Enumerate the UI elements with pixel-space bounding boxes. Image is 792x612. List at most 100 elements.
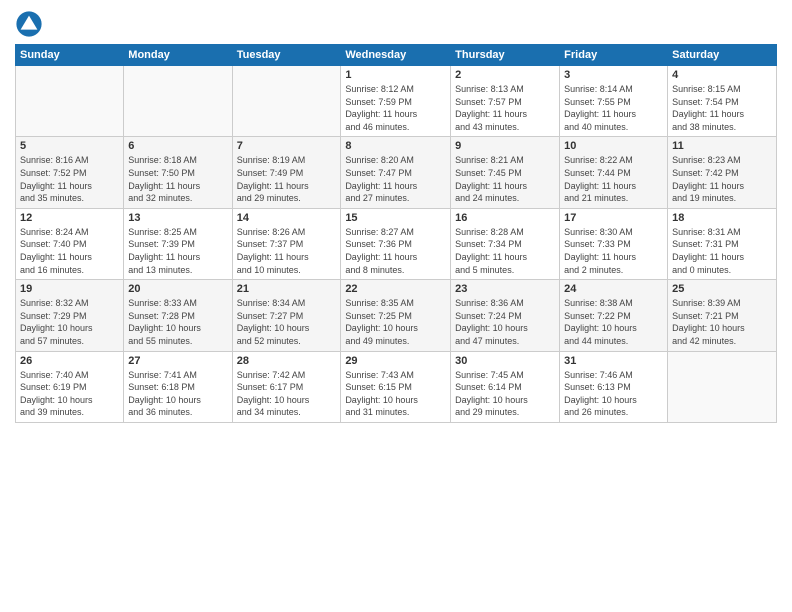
calendar-cell <box>16 66 124 137</box>
calendar-cell: 11 Sunrise: 8:23 AM Sunset: 7:42 PM Dayli… <box>668 137 777 208</box>
calendar-cell <box>232 66 341 137</box>
day-number: 19 <box>20 283 119 295</box>
day-number: 1 <box>345 69 446 81</box>
day-number: 4 <box>672 69 772 81</box>
calendar-cell: 21 Sunrise: 8:34 AM Sunset: 7:27 PM Dayli… <box>232 280 341 351</box>
week-row-5: 26 Sunrise: 7:40 AM Sunset: 6:19 PM Dayli… <box>16 351 777 422</box>
calendar-cell: 1 Sunrise: 8:12 AM Sunset: 7:59 PM Daylig… <box>341 66 451 137</box>
day-info: Sunrise: 8:19 AM Sunset: 7:49 PM Dayligh… <box>237 154 337 204</box>
day-info: Sunrise: 7:46 AM Sunset: 6:13 PM Dayligh… <box>564 369 663 419</box>
day-info: Sunrise: 8:15 AM Sunset: 7:54 PM Dayligh… <box>672 83 772 133</box>
calendar-cell: 4 Sunrise: 8:15 AM Sunset: 7:54 PM Daylig… <box>668 66 777 137</box>
calendar-cell: 25 Sunrise: 8:39 AM Sunset: 7:21 PM Dayli… <box>668 280 777 351</box>
day-number: 13 <box>128 212 227 224</box>
day-number: 25 <box>672 283 772 295</box>
weekday-friday: Friday <box>560 45 668 66</box>
weekday-sunday: Sunday <box>16 45 124 66</box>
day-number: 7 <box>237 140 337 152</box>
day-info: Sunrise: 8:38 AM Sunset: 7:22 PM Dayligh… <box>564 297 663 347</box>
day-number: 21 <box>237 283 337 295</box>
day-number: 14 <box>237 212 337 224</box>
day-number: 30 <box>455 355 555 367</box>
calendar-cell: 10 Sunrise: 8:22 AM Sunset: 7:44 PM Dayli… <box>560 137 668 208</box>
day-number: 20 <box>128 283 227 295</box>
day-number: 2 <box>455 69 555 81</box>
calendar-cell: 23 Sunrise: 8:36 AM Sunset: 7:24 PM Dayli… <box>451 280 560 351</box>
day-info: Sunrise: 8:34 AM Sunset: 7:27 PM Dayligh… <box>237 297 337 347</box>
day-info: Sunrise: 8:28 AM Sunset: 7:34 PM Dayligh… <box>455 226 555 276</box>
calendar-body: 1 Sunrise: 8:12 AM Sunset: 7:59 PM Daylig… <box>16 66 777 423</box>
day-number: 6 <box>128 140 227 152</box>
calendar-cell <box>124 66 232 137</box>
calendar-cell: 7 Sunrise: 8:19 AM Sunset: 7:49 PM Daylig… <box>232 137 341 208</box>
day-number: 24 <box>564 283 663 295</box>
day-number: 23 <box>455 283 555 295</box>
weekday-row: SundayMondayTuesdayWednesdayThursdayFrid… <box>16 45 777 66</box>
calendar-cell: 18 Sunrise: 8:31 AM Sunset: 7:31 PM Dayli… <box>668 208 777 279</box>
day-number: 22 <box>345 283 446 295</box>
day-info: Sunrise: 8:16 AM Sunset: 7:52 PM Dayligh… <box>20 154 119 204</box>
day-number: 15 <box>345 212 446 224</box>
calendar-cell: 3Sunrise: 8:14 AM Sunset: 7:55 PM Daylig… <box>560 66 668 137</box>
day-number: 11 <box>672 140 772 152</box>
weekday-saturday: Saturday <box>668 45 777 66</box>
day-number: 8 <box>345 140 446 152</box>
calendar-cell: 26 Sunrise: 7:40 AM Sunset: 6:19 PM Dayli… <box>16 351 124 422</box>
logo-icon <box>15 10 43 38</box>
calendar-header: SundayMondayTuesdayWednesdayThursdayFrid… <box>16 45 777 66</box>
calendar: SundayMondayTuesdayWednesdayThursdayFrid… <box>15 44 777 423</box>
logo <box>15 10 47 38</box>
day-info: Sunrise: 8:21 AM Sunset: 7:45 PM Dayligh… <box>455 154 555 204</box>
header <box>15 10 777 38</box>
day-number: 5 <box>20 140 119 152</box>
day-number: 3 <box>564 69 663 81</box>
weekday-wednesday: Wednesday <box>341 45 451 66</box>
page: SundayMondayTuesdayWednesdayThursdayFrid… <box>0 0 792 612</box>
calendar-cell: 28Sunrise: 7:42 AM Sunset: 6:17 PM Dayli… <box>232 351 341 422</box>
day-info: Sunrise: 8:36 AM Sunset: 7:24 PM Dayligh… <box>455 297 555 347</box>
calendar-cell: 31 Sunrise: 7:46 AM Sunset: 6:13 PM Dayli… <box>560 351 668 422</box>
weekday-thursday: Thursday <box>451 45 560 66</box>
day-info: Sunrise: 8:27 AM Sunset: 7:36 PM Dayligh… <box>345 226 446 276</box>
day-info: Sunrise: 8:23 AM Sunset: 7:42 PM Dayligh… <box>672 154 772 204</box>
day-info: Sunrise: 8:12 AM Sunset: 7:59 PM Dayligh… <box>345 83 446 133</box>
day-info: Sunrise: 8:22 AM Sunset: 7:44 PM Dayligh… <box>564 154 663 204</box>
calendar-cell: 13Sunrise: 8:25 AM Sunset: 7:39 PM Dayli… <box>124 208 232 279</box>
day-number: 18 <box>672 212 772 224</box>
calendar-cell: 14 Sunrise: 8:26 AM Sunset: 7:37 PM Dayli… <box>232 208 341 279</box>
day-number: 10 <box>564 140 663 152</box>
day-info: Sunrise: 7:41 AM Sunset: 6:18 PM Dayligh… <box>128 369 227 419</box>
day-info: Sunrise: 8:24 AM Sunset: 7:40 PM Dayligh… <box>20 226 119 276</box>
day-info: Sunrise: 7:40 AM Sunset: 6:19 PM Dayligh… <box>20 369 119 419</box>
week-row-2: 5 Sunrise: 8:16 AM Sunset: 7:52 PM Daylig… <box>16 137 777 208</box>
day-info: Sunrise: 8:33 AM Sunset: 7:28 PM Dayligh… <box>128 297 227 347</box>
calendar-cell: 22 Sunrise: 8:35 AM Sunset: 7:25 PM Dayli… <box>341 280 451 351</box>
calendar-cell: 9 Sunrise: 8:21 AM Sunset: 7:45 PM Daylig… <box>451 137 560 208</box>
day-info: Sunrise: 8:32 AM Sunset: 7:29 PM Dayligh… <box>20 297 119 347</box>
day-number: 31 <box>564 355 663 367</box>
day-info: Sunrise: 8:35 AM Sunset: 7:25 PM Dayligh… <box>345 297 446 347</box>
day-info: Sunrise: 8:26 AM Sunset: 7:37 PM Dayligh… <box>237 226 337 276</box>
day-number: 28 <box>237 355 337 367</box>
day-number: 9 <box>455 140 555 152</box>
day-info: Sunrise: 8:39 AM Sunset: 7:21 PM Dayligh… <box>672 297 772 347</box>
calendar-cell: 30 Sunrise: 7:45 AM Sunset: 6:14 PM Dayli… <box>451 351 560 422</box>
day-info: Sunrise: 7:43 AM Sunset: 6:15 PM Dayligh… <box>345 369 446 419</box>
day-info: Sunrise: 8:20 AM Sunset: 7:47 PM Dayligh… <box>345 154 446 204</box>
calendar-cell: 29Sunrise: 7:43 AM Sunset: 6:15 PM Dayli… <box>341 351 451 422</box>
week-row-3: 12Sunrise: 8:24 AM Sunset: 7:40 PM Dayli… <box>16 208 777 279</box>
week-row-1: 1 Sunrise: 8:12 AM Sunset: 7:59 PM Daylig… <box>16 66 777 137</box>
weekday-tuesday: Tuesday <box>232 45 341 66</box>
day-info: Sunrise: 8:30 AM Sunset: 7:33 PM Dayligh… <box>564 226 663 276</box>
calendar-cell: 12Sunrise: 8:24 AM Sunset: 7:40 PM Dayli… <box>16 208 124 279</box>
day-info: Sunrise: 8:18 AM Sunset: 7:50 PM Dayligh… <box>128 154 227 204</box>
day-info: Sunrise: 7:45 AM Sunset: 6:14 PM Dayligh… <box>455 369 555 419</box>
day-info: Sunrise: 8:31 AM Sunset: 7:31 PM Dayligh… <box>672 226 772 276</box>
calendar-cell: 2Sunrise: 8:13 AM Sunset: 7:57 PM Daylig… <box>451 66 560 137</box>
day-number: 17 <box>564 212 663 224</box>
day-number: 16 <box>455 212 555 224</box>
calendar-cell: 16 Sunrise: 8:28 AM Sunset: 7:34 PM Dayli… <box>451 208 560 279</box>
day-number: 26 <box>20 355 119 367</box>
calendar-cell: 5 Sunrise: 8:16 AM Sunset: 7:52 PM Daylig… <box>16 137 124 208</box>
calendar-cell: 27Sunrise: 7:41 AM Sunset: 6:18 PM Dayli… <box>124 351 232 422</box>
